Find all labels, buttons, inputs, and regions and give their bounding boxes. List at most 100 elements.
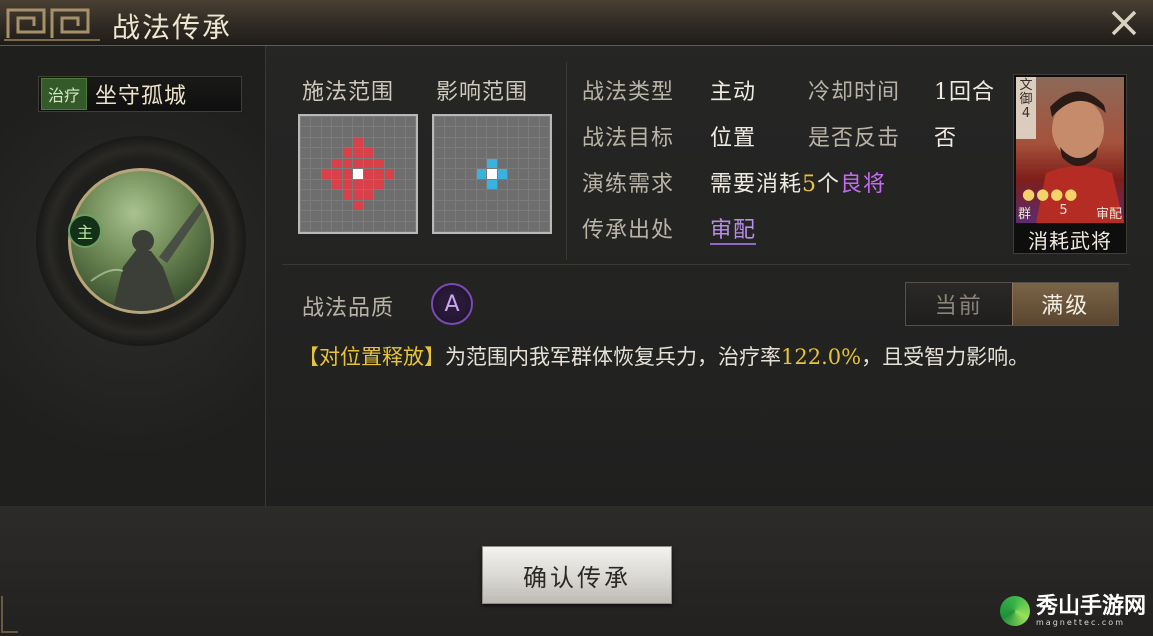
- source-general-link[interactable]: 审配: [710, 218, 757, 245]
- cast-range-label: 施法范围: [302, 80, 395, 105]
- grid-cell: [353, 117, 363, 127]
- grid-cell: [353, 148, 363, 158]
- grid-cell: [332, 179, 342, 190]
- grid-cell: [476, 158, 487, 169]
- grid-cell: [476, 221, 487, 231]
- grid-cell: [384, 158, 395, 169]
- grid-cell: [332, 137, 342, 148]
- grid-cell: [301, 200, 311, 211]
- grid-cell: [363, 221, 374, 231]
- grid-cell: [353, 137, 363, 148]
- grid-cell: [395, 200, 405, 211]
- skill-name-box: 治疗 坐守孤城: [38, 76, 242, 112]
- confirm-inherit-button[interactable]: 确认传承: [482, 546, 672, 604]
- grid-cell: [332, 127, 342, 137]
- counter-label: 是否反击: [808, 126, 901, 151]
- grid-cell: [321, 148, 332, 158]
- grid-cell: [508, 137, 518, 148]
- grid-cell: [455, 190, 466, 200]
- grid-cell: [508, 221, 518, 231]
- source-label: 传承出处: [582, 218, 675, 243]
- grid-cell: [539, 179, 549, 190]
- grid-cell: [539, 200, 549, 211]
- grid-cell: [497, 158, 508, 169]
- grid-cell: [363, 158, 374, 169]
- grid-cell: [363, 169, 374, 179]
- grid-cell: [518, 221, 529, 231]
- tab-current[interactable]: 当前: [906, 283, 1012, 325]
- grid-cell: [497, 127, 508, 137]
- grid-cell: [445, 179, 455, 190]
- grid-cell: [321, 200, 332, 211]
- general-cost: 5: [1059, 203, 1068, 218]
- grid-cell: [529, 169, 539, 179]
- grid-cell: [311, 169, 321, 179]
- grid-cell: [395, 127, 405, 137]
- grid-cell: [342, 137, 353, 148]
- grid-cell: [455, 169, 466, 179]
- title-bar: 战法传承: [0, 0, 1153, 46]
- tab-max-level[interactable]: 满级: [1011, 283, 1118, 325]
- grid-cell: [321, 221, 332, 231]
- grid-cell: [395, 137, 405, 148]
- grid-cell: [497, 179, 508, 190]
- grid-cell: [466, 158, 476, 169]
- grid-cell: [374, 179, 384, 190]
- grid-cell: [529, 211, 539, 221]
- grid-cell: [321, 211, 332, 221]
- grid-cell: [321, 137, 332, 148]
- grid-cell: [466, 211, 476, 221]
- grid-cell: [497, 221, 508, 231]
- grid-cell: [405, 221, 415, 231]
- grid-cell: [353, 158, 363, 169]
- grid-cell: [445, 117, 455, 127]
- drill-prefix: 需要消耗: [710, 172, 803, 197]
- grid-cell: [518, 117, 529, 127]
- cooldown-label: 冷却时间: [808, 80, 901, 105]
- grid-cell: [363, 200, 374, 211]
- grid-cell: [311, 137, 321, 148]
- close-icon[interactable]: [1107, 6, 1141, 40]
- grid-cell: [384, 211, 395, 221]
- grid-cell: [497, 200, 508, 211]
- level-toggle: 当前 满级: [905, 282, 1119, 326]
- general-card[interactable]: 文御4 ●●●● 群 5 审配 消耗武将: [1013, 74, 1127, 254]
- grid-cell: [435, 137, 445, 148]
- grid-cell: [445, 158, 455, 169]
- grid-cell: [487, 127, 497, 137]
- grid-cell: [518, 211, 529, 221]
- grid-cell: [539, 137, 549, 148]
- grid-cell: [487, 179, 497, 190]
- grid-cell: [508, 179, 518, 190]
- grid-cell: [342, 211, 353, 221]
- description-tag: 【对位置释放】: [298, 345, 445, 369]
- skill-inherit-panel: 战法传承 治疗 坐守孤城 主 施法范围 影响范围 战法类型 主动 冷却时间 1回…: [0, 0, 1153, 636]
- grid-cell: [445, 137, 455, 148]
- grid-cell: [539, 158, 549, 169]
- grid-cell: [301, 169, 311, 179]
- drill-count: 5: [802, 172, 818, 197]
- grid-cell: [539, 127, 549, 137]
- grid-cell: [374, 221, 384, 231]
- grid-cell: [405, 200, 415, 211]
- grid-cell: [539, 148, 549, 158]
- grid-cell: [508, 200, 518, 211]
- grid-cell: [374, 158, 384, 169]
- quality-grade-badge: A: [431, 283, 473, 325]
- grid-cell: [321, 169, 332, 179]
- grid-cell: [301, 117, 311, 127]
- grid-cell: [487, 200, 497, 211]
- grid-cell: [384, 200, 395, 211]
- grid-cell: [476, 169, 487, 179]
- grid-cell: [395, 169, 405, 179]
- grid-cell: [321, 127, 332, 137]
- grid-cell: [374, 127, 384, 137]
- drill-item: 良将: [840, 172, 887, 197]
- skill-description: 【对位置释放】为范围内我军群体恢复兵力，治疗率122.0%，且受智力影响。: [298, 341, 1118, 373]
- drill-unit: 个: [817, 172, 841, 197]
- effect-range-label: 影响范围: [436, 80, 529, 105]
- heal-rate: 122.0%: [781, 345, 862, 369]
- grid-cell: [445, 200, 455, 211]
- grid-cell: [374, 211, 384, 221]
- quality-label: 战法品质: [302, 296, 395, 321]
